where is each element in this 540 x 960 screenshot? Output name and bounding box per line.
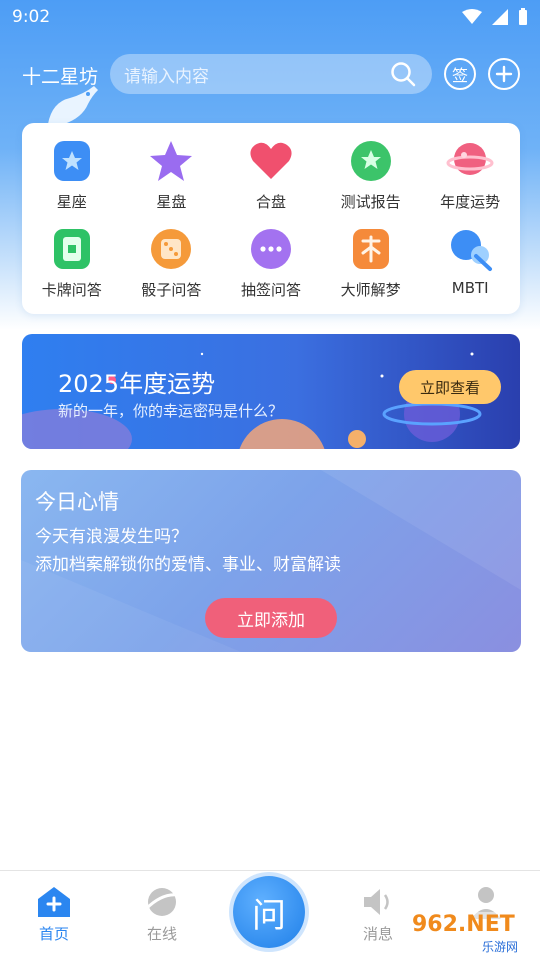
sign-in-button[interactable]: 签 bbox=[444, 58, 476, 90]
ask-label: 问 bbox=[252, 895, 286, 936]
wifi-icon bbox=[462, 9, 482, 24]
grid-item-label: 卡牌问答 bbox=[41, 281, 102, 299]
search-input[interactable]: 请输入内容 bbox=[110, 54, 432, 94]
feature-grid: 星座 星盘 合盘 测试报告 年度运势 卡牌问答 骰子问答 抽签问答 大师解梦 M… bbox=[22, 123, 520, 314]
mascot-icon bbox=[48, 86, 98, 124]
grid-item-label: 测试报告 bbox=[340, 193, 401, 211]
plus-icon bbox=[495, 65, 513, 83]
grid-item-mbti[interactable]: MBTI bbox=[420, 221, 520, 309]
tab-label: 首页 bbox=[38, 925, 69, 943]
status-time: 9:02 bbox=[12, 7, 51, 27]
battery-icon bbox=[519, 8, 527, 25]
grid-item-label: 年度运势 bbox=[440, 193, 501, 211]
mood-description: 添加档案解锁你的爱情、事业、财富解读 bbox=[35, 555, 341, 575]
star-icon bbox=[147, 137, 195, 185]
site-watermark: 962.NET 乐游网 bbox=[404, 912, 534, 956]
ask-button[interactable]: 问 bbox=[233, 876, 305, 948]
add-button[interactable] bbox=[488, 58, 520, 90]
signal-icon bbox=[492, 9, 508, 25]
banner-subtitle: 新的一年，你的幸运密码是什么？ bbox=[58, 402, 284, 420]
today-mood-card: 今日心情 今天有浪漫发生吗？ 添加档案解锁你的爱情、事业、财富解读 立即添加 bbox=[21, 470, 521, 652]
card-icon bbox=[48, 225, 96, 273]
grid-item-lot-qa[interactable]: 抽签问答 bbox=[221, 221, 321, 309]
grid-item-label: 合盘 bbox=[255, 193, 286, 211]
sign-in-label: 签 bbox=[451, 66, 468, 85]
annual-fortune-banner[interactable]: 2025年度运势 新的一年，你的幸运密码是什么？ 立即查看 bbox=[22, 334, 520, 449]
grid-item-label: 抽签问答 bbox=[240, 281, 301, 299]
constellation-icon bbox=[48, 137, 96, 185]
grid-item-label: MBTI bbox=[451, 279, 489, 297]
grid-item-dream[interactable]: 大师解梦 bbox=[321, 221, 421, 309]
grid-item-label: 星盘 bbox=[156, 193, 187, 211]
view-now-button[interactable]: 立即查看 bbox=[399, 370, 501, 404]
planet-icon bbox=[446, 137, 494, 185]
banner-title: 2025年度运势 bbox=[58, 370, 216, 398]
grid-item-label: 星座 bbox=[56, 193, 87, 211]
mood-question: 今天有浪漫发生吗？ bbox=[35, 527, 188, 547]
search-icon[interactable] bbox=[390, 61, 416, 87]
planet-icon bbox=[144, 888, 179, 916]
mbti-icon bbox=[446, 225, 494, 273]
heart-icon bbox=[247, 137, 295, 185]
tab-online[interactable]: 在线 bbox=[122, 885, 202, 944]
status-icons bbox=[462, 8, 528, 26]
tab-label: 在线 bbox=[146, 925, 177, 943]
mood-title: 今日心情 bbox=[35, 490, 119, 514]
grid-item-card-qa[interactable]: 卡牌问答 bbox=[22, 221, 122, 309]
grid-item-label: 骰子问答 bbox=[141, 281, 202, 299]
grid-item-constellation[interactable]: 星座 bbox=[22, 133, 122, 221]
grid-item-test-report[interactable]: 测试报告 bbox=[321, 133, 421, 221]
speaker-icon bbox=[364, 889, 389, 915]
grid-item-dice-qa[interactable]: 骰子问答 bbox=[122, 221, 222, 309]
status-bar: 9:02 bbox=[0, 0, 540, 34]
dice-icon bbox=[147, 225, 195, 273]
watermark-text: 962.NET bbox=[412, 912, 515, 937]
test-report-icon bbox=[347, 137, 395, 185]
grid-item-annual-fortune[interactable]: 年度运势 bbox=[420, 133, 520, 221]
grid-item-synastry[interactable]: 合盘 bbox=[221, 133, 321, 221]
grid-item-label: 大师解梦 bbox=[340, 281, 401, 299]
grid-item-star-chart[interactable]: 星盘 bbox=[122, 133, 222, 221]
dream-icon bbox=[347, 225, 395, 273]
watermark-subtext: 乐游网 bbox=[482, 940, 519, 954]
home-icon bbox=[38, 887, 70, 917]
tab-home[interactable]: 首页 bbox=[14, 885, 94, 944]
chat-bubble-icon bbox=[247, 225, 295, 273]
search-placeholder: 请输入内容 bbox=[124, 66, 209, 87]
tab-label: 消息 bbox=[362, 925, 393, 943]
add-profile-button[interactable]: 立即添加 bbox=[205, 598, 337, 638]
